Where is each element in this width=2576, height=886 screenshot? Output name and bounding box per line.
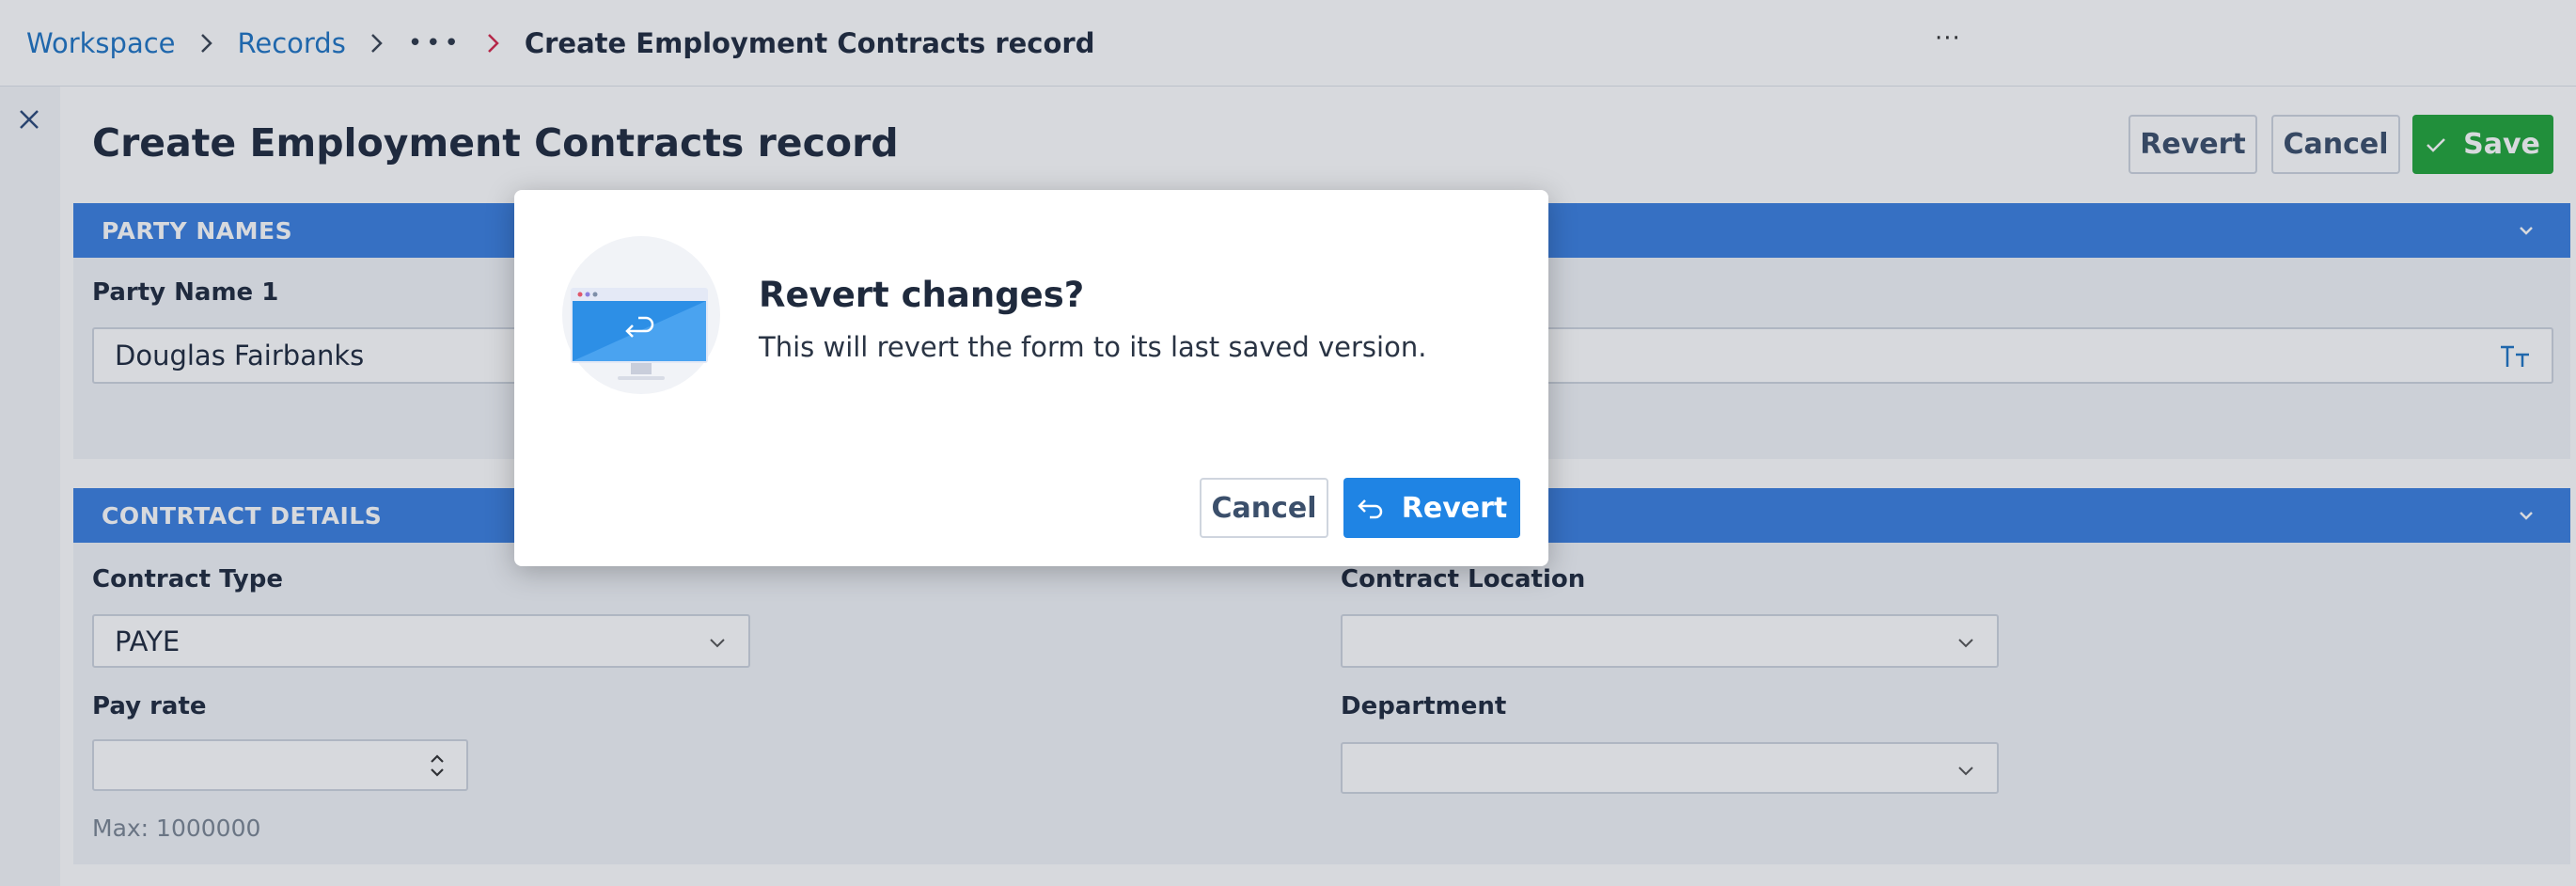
dialog-cancel-button[interactable]: Cancel bbox=[1200, 478, 1328, 538]
monitor-revert-illustration bbox=[562, 236, 720, 394]
dialog-revert-button[interactable]: Revert bbox=[1343, 478, 1520, 538]
revert-icon bbox=[1357, 499, 1382, 519]
revert-dialog: Revert changes? This will revert the for… bbox=[514, 190, 1548, 566]
dialog-message: This will revert the form to its last sa… bbox=[759, 331, 1427, 363]
dialog-title: Revert changes? bbox=[759, 275, 1085, 315]
dialog-revert-label: Revert bbox=[1401, 491, 1508, 525]
